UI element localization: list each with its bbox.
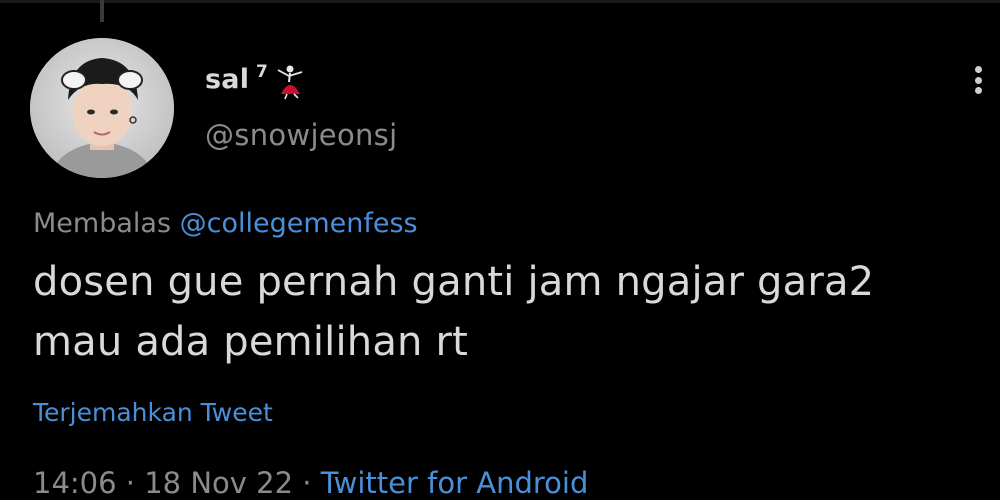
display-name[interactable]: sal bbox=[205, 64, 249, 95]
thread-connector bbox=[100, 0, 104, 22]
translate-tweet-link[interactable]: Terjemahkan Tweet bbox=[33, 398, 273, 427]
dancer-emoji-icon bbox=[277, 65, 303, 100]
tweet-text-line-1: dosen gue pernah ganti jam ngajar gara2 bbox=[33, 259, 875, 305]
avatar[interactable] bbox=[30, 38, 174, 178]
tweet-text: dosen gue pernah ganti jam ngajar gara2 m… bbox=[33, 252, 963, 372]
tweet-metadata: 14:06 · 18 Nov 22 · Twitter for Android bbox=[33, 466, 588, 500]
reply-context: Membalas @collegemenfess bbox=[33, 208, 418, 239]
name-badge: 7 bbox=[256, 62, 268, 82]
tweet-source-link[interactable]: Twitter for Android bbox=[321, 466, 589, 500]
user-handle[interactable]: @snowjeonsj bbox=[205, 118, 397, 152]
top-divider bbox=[0, 0, 1000, 3]
meta-separator: · bbox=[302, 466, 312, 500]
meta-separator: · bbox=[125, 466, 136, 500]
reply-mention-link[interactable]: @collegemenfess bbox=[180, 208, 418, 239]
tweet-date: 18 Nov 22 bbox=[144, 466, 294, 500]
more-vertical-icon[interactable] bbox=[966, 62, 990, 98]
reply-prefix: Membalas bbox=[33, 208, 172, 239]
tweet-time: 14:06 bbox=[33, 466, 117, 500]
tweet-text-line-2: mau ada pemilihan rt bbox=[33, 319, 469, 365]
